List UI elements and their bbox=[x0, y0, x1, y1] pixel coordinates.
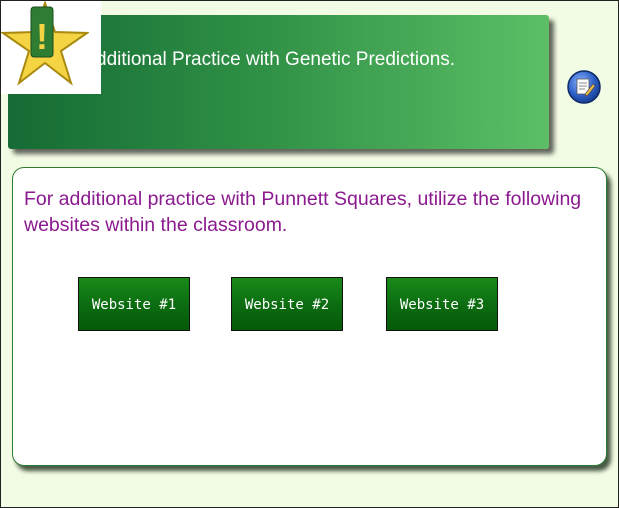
website-2-button[interactable]: Website #2 bbox=[231, 277, 343, 331]
slide-canvas: dditional Practice with Genetic Predicti… bbox=[0, 0, 619, 508]
notes-icon[interactable] bbox=[566, 69, 602, 105]
page-title: dditional Practice with Genetic Predicti… bbox=[96, 49, 456, 70]
badge-symbol: ! bbox=[36, 16, 48, 57]
website-1-button[interactable]: Website #1 bbox=[78, 277, 190, 331]
website-3-button[interactable]: Website #3 bbox=[386, 277, 498, 331]
exclamation-star-icon: ! bbox=[1, 1, 89, 86]
badge: ! bbox=[1, 1, 101, 94]
content-card: For additional practice with Punnett Squ… bbox=[12, 167, 607, 466]
intro-text: For additional practice with Punnett Squ… bbox=[24, 188, 582, 236]
